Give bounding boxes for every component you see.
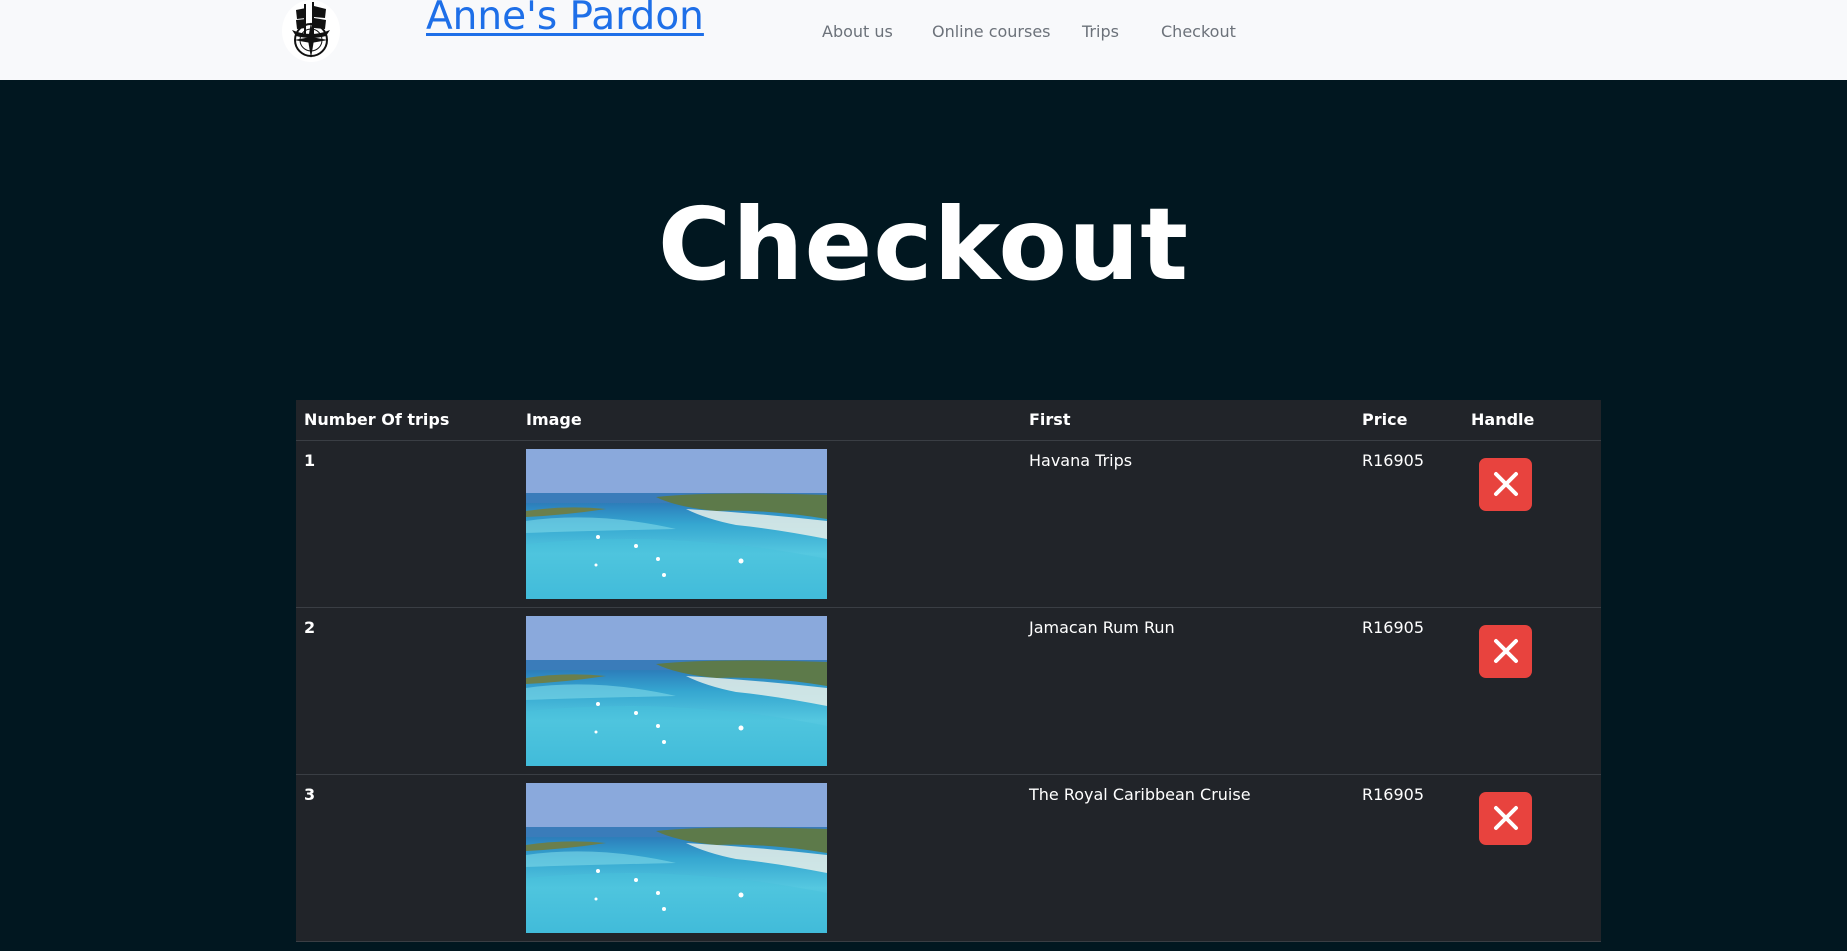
close-icon: [1493, 639, 1518, 663]
nav-about-us[interactable]: About us: [822, 22, 893, 41]
row-price: R16905: [1354, 607, 1463, 775]
navbar: Anne's Pardon About us Online courses Tr…: [0, 0, 1847, 80]
remove-trip-button[interactable]: [1479, 791, 1532, 845]
nav-online-courses[interactable]: Online courses: [932, 22, 1051, 41]
row-first: The Royal Caribbean Cruise: [1021, 774, 1354, 942]
row-number: 3: [296, 774, 518, 942]
header-image: Image: [518, 400, 1021, 441]
row-handle-cell: [1463, 607, 1601, 775]
header-price: Price: [1354, 400, 1463, 441]
row-first: Jamacan Rum Run: [1021, 607, 1354, 775]
page-title: Checkout: [657, 186, 1190, 303]
close-icon: [1493, 472, 1518, 496]
remove-trip-button[interactable]: [1479, 624, 1532, 678]
nav-links: About us Online courses Trips Checkout: [0, 22, 1847, 46]
row-image-cell: [518, 607, 1021, 775]
table-header-row: Number Of trips Image First Price Handle: [296, 400, 1601, 441]
nav-trips[interactable]: Trips: [1082, 22, 1119, 41]
close-icon: [1493, 806, 1518, 830]
row-image-cell: [518, 774, 1021, 942]
aerial-lagoon-photo: [526, 448, 827, 599]
table-row: 1 Havana Trips R16905: [296, 440, 1601, 608]
row-first: Havana Trips: [1021, 440, 1354, 608]
header-handle: Handle: [1463, 400, 1601, 441]
checkout-table: Number Of trips Image First Price Handle…: [296, 400, 1601, 942]
aerial-lagoon-photo: [526, 615, 827, 766]
table-row: 3 The Royal Caribbean Cruise R16905: [296, 774, 1601, 942]
row-handle-cell: [1463, 774, 1601, 942]
header-first: First: [1021, 400, 1354, 441]
row-number: 1: [296, 440, 518, 608]
row-price: R16905: [1354, 774, 1463, 942]
table-row: 2 Jamacan Rum Run R16905: [296, 607, 1601, 775]
header-number-of-trips: Number Of trips: [296, 400, 518, 441]
row-price: R16905: [1354, 440, 1463, 608]
nav-checkout[interactable]: Checkout: [1161, 22, 1236, 41]
row-handle-cell: [1463, 440, 1601, 608]
aerial-lagoon-photo: [526, 782, 827, 933]
remove-trip-button[interactable]: [1479, 457, 1532, 511]
row-number: 2: [296, 607, 518, 775]
row-image-cell: [518, 440, 1021, 608]
